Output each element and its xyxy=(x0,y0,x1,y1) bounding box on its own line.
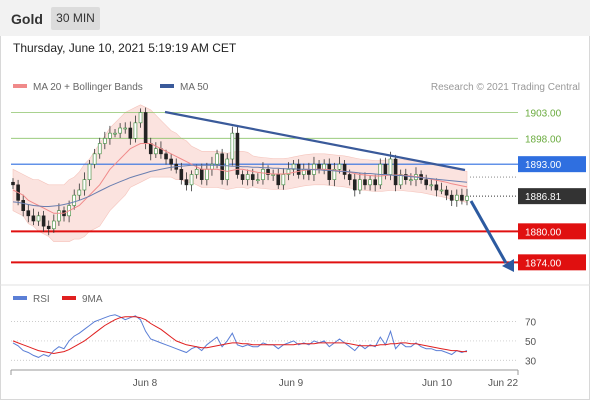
level-label-1903.00: 1903.00 xyxy=(525,109,562,120)
candle-body xyxy=(429,184,434,187)
candle-body xyxy=(143,112,148,144)
candle-body xyxy=(225,158,230,180)
candle-body xyxy=(179,169,184,180)
candle-body xyxy=(36,215,41,222)
candle-body xyxy=(220,153,224,180)
legend-label-rsi: RSI xyxy=(33,294,50,305)
candle-body xyxy=(271,174,275,176)
candle-body xyxy=(439,189,444,192)
candle-body xyxy=(133,122,138,139)
candle-body xyxy=(240,174,245,180)
rsi-9ma-line xyxy=(12,316,467,355)
candle-body xyxy=(169,158,173,165)
candle-body xyxy=(256,179,260,181)
candle-body xyxy=(92,153,97,165)
candle-body xyxy=(317,163,321,170)
legend-swatch-ma50 xyxy=(160,84,174,88)
legend-swatch-9ma xyxy=(62,296,76,300)
candle-body xyxy=(97,143,102,155)
legend-label-ma50: MA 50 xyxy=(180,82,209,93)
legend-label-9ma: 9MA xyxy=(82,294,103,305)
candle-body xyxy=(52,220,56,230)
candle-body xyxy=(82,179,87,191)
candle-body xyxy=(31,215,36,222)
candle-body xyxy=(352,179,357,191)
candle-body xyxy=(358,179,362,191)
candle-body xyxy=(11,181,15,186)
legend-swatch-rsi xyxy=(13,296,27,300)
x-tick-label: Jun 9 xyxy=(279,378,304,389)
candle-body xyxy=(363,179,367,186)
x-tick-label: Jun 10 xyxy=(422,378,452,389)
x-tick-label: Jun 22 xyxy=(488,378,518,389)
candle-body xyxy=(103,138,107,144)
level-label-1874.00: 1874.00 xyxy=(525,258,562,269)
candle-body xyxy=(327,163,332,180)
rsi-line xyxy=(12,314,468,358)
candle-body xyxy=(26,210,31,217)
candle-body xyxy=(123,127,128,130)
candle-body xyxy=(113,132,117,135)
candle-body xyxy=(21,200,26,211)
candle-body xyxy=(118,127,122,134)
candle-body xyxy=(454,194,459,201)
candle-body xyxy=(215,153,219,165)
level-label-1893.00: 1893.00 xyxy=(525,160,562,171)
candle-body xyxy=(465,195,469,201)
candle-body xyxy=(373,179,377,186)
candle-body xyxy=(342,163,347,175)
candle-body xyxy=(388,158,393,175)
candle-body xyxy=(383,163,388,175)
level-label-1886.81: 1886.81 xyxy=(525,192,562,203)
candle-body xyxy=(393,158,398,186)
rsi-tick-70: 70 xyxy=(525,318,537,329)
candle-body xyxy=(138,112,143,124)
candle-body xyxy=(41,215,46,227)
bollinger-band xyxy=(12,104,468,242)
candle-body xyxy=(449,194,454,201)
credit-text: Research © 2021 Trading Central xyxy=(431,82,580,93)
candle-body xyxy=(424,179,428,186)
candle-body xyxy=(46,225,51,230)
candle-body xyxy=(276,174,281,186)
level-label-1880.00: 1880.00 xyxy=(525,227,562,238)
candle-body xyxy=(261,169,265,180)
candle-body xyxy=(250,174,255,180)
legend-label-ma20: MA 20 + Bollinger Bands xyxy=(33,82,143,93)
candle-body xyxy=(245,174,250,180)
candle-body xyxy=(148,143,153,155)
candle-body xyxy=(337,163,342,170)
rsi-tick-30: 30 xyxy=(525,356,537,367)
candle-body xyxy=(409,179,413,181)
candle-body xyxy=(108,132,112,139)
candle-body xyxy=(128,127,133,139)
rsi-tick-50: 50 xyxy=(525,337,537,348)
x-tick-label: Jun 8 xyxy=(133,378,158,389)
candle-body xyxy=(235,132,240,175)
candle-body xyxy=(199,169,204,180)
candle-body xyxy=(460,194,464,201)
candle-body xyxy=(368,179,372,186)
candle-body xyxy=(189,174,194,186)
candle-body xyxy=(281,174,286,186)
candle-body xyxy=(57,210,61,222)
price-chart: MA 20 + Bollinger Bands MA 50 Research © 2… xyxy=(0,82,590,389)
candle-body xyxy=(154,148,158,155)
candle-body xyxy=(347,174,352,180)
candle-body xyxy=(444,189,449,196)
candle-body xyxy=(322,163,326,170)
candle-body xyxy=(184,179,189,186)
candle-body xyxy=(72,194,77,206)
candle-body xyxy=(77,189,82,196)
candle-body xyxy=(194,169,199,175)
level-label-1898.00: 1898.00 xyxy=(525,134,562,145)
candle-body xyxy=(87,163,92,180)
candle-body xyxy=(434,184,439,191)
candle-body xyxy=(230,132,235,160)
legend-swatch-ma20 xyxy=(13,84,27,88)
candle-body xyxy=(164,153,168,160)
candle-body xyxy=(205,169,209,180)
